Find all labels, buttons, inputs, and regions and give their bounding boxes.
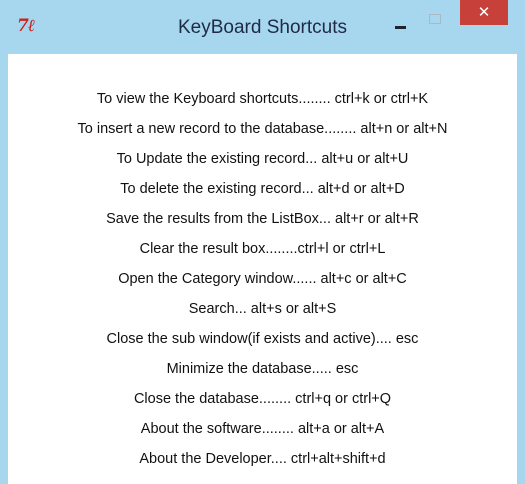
shortcut-line: To view the Keyboard shortcuts........ c…	[96, 91, 429, 107]
minimize-icon	[395, 26, 406, 29]
shortcut-line: Search... alt+s or alt+S	[188, 301, 337, 317]
shortcut-line: About the Developer.... ctrl+alt+shift+d	[139, 451, 386, 467]
shortcut-line: Open the Category window...... alt+c or …	[118, 271, 407, 287]
window-content: To view the Keyboard shortcuts........ c…	[8, 54, 517, 484]
shortcut-line: Clear the result box........ctrl+l or ct…	[139, 241, 386, 257]
shortcut-line: To delete the existing record... alt+d o…	[120, 181, 405, 197]
shortcut-line: To Update the existing record... alt+u o…	[116, 151, 409, 167]
title-bar[interactable]: 7ℓ KeyBoard Shortcuts ✕	[0, 0, 525, 54]
shortcuts-window: 7ℓ KeyBoard Shortcuts ✕ To view the Keyb…	[0, 0, 525, 484]
maximize-icon	[429, 14, 441, 24]
close-icon: ✕	[477, 4, 491, 21]
shortcut-line: About the software........ alt+a or alt+…	[140, 421, 385, 437]
shortcut-line: Close the database........ ctrl+q or ctr…	[133, 391, 392, 407]
shortcut-line: Save the results from the ListBox... alt…	[106, 211, 419, 227]
shortcut-list: To view the Keyboard shortcuts........ c…	[8, 84, 517, 474]
shortcut-line: Close the sub window(if exists and activ…	[106, 331, 419, 347]
close-button[interactable]: ✕	[460, 0, 508, 25]
shortcut-line: Minimize the database..... esc	[166, 361, 359, 377]
minimize-button[interactable]	[386, 14, 416, 38]
shortcut-line: To insert a new record to the database..…	[77, 121, 448, 137]
maximize-button[interactable]	[420, 8, 450, 32]
